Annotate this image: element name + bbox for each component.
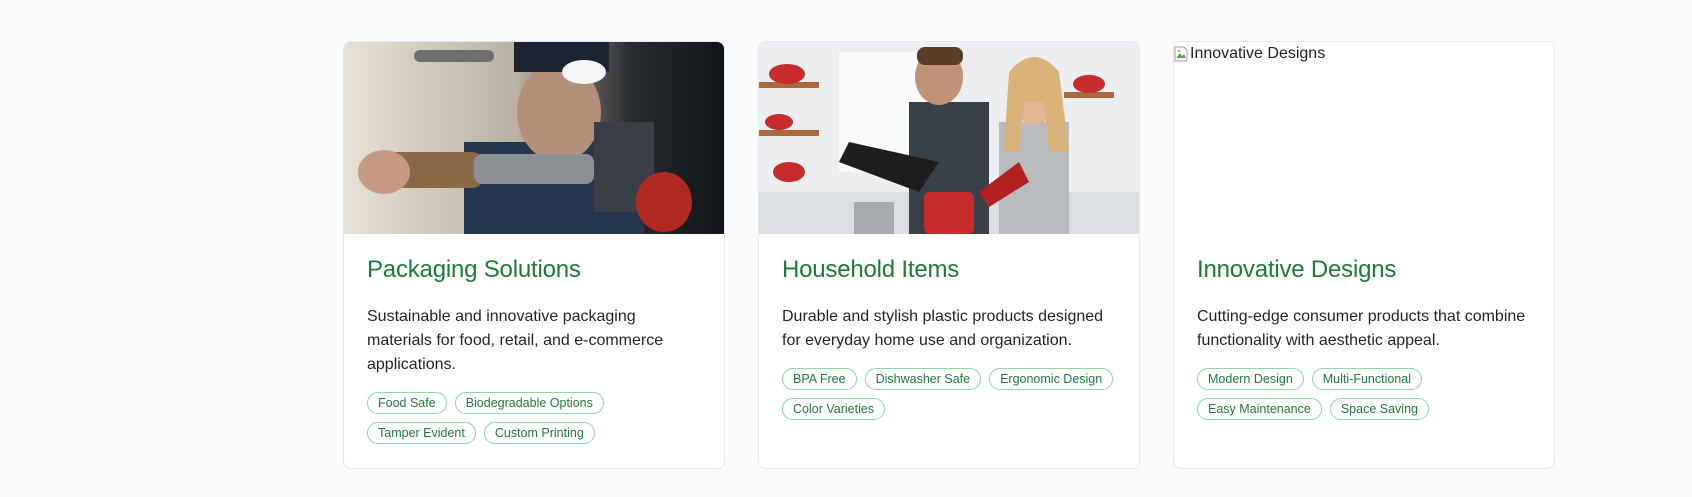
card-body: Packaging Solutions Sustainable and inno… (344, 234, 724, 444)
tag-custom-printing[interactable]: Custom Printing (483, 422, 595, 444)
card-description: Durable and stylish plastic products des… (782, 308, 1104, 349)
tag-list: Food Safe Biodegradable Options Tamper E… (367, 392, 701, 444)
card-body: Innovative Designs Cutting-edge consumer… (1174, 234, 1554, 420)
card-title: Packaging Solutions (367, 256, 581, 283)
tag-ergonomic-design[interactable]: Ergonomic Design (989, 368, 1114, 390)
tag-tamper-evident[interactable]: Tamper Evident (367, 422, 476, 444)
card-body: Household Items Durable and stylish plas… (759, 234, 1139, 420)
card-image-household (759, 42, 1139, 234)
broken-image-alt-text: Innovative Designs (1190, 45, 1326, 62)
card-image-packaging (344, 42, 724, 234)
broken-image-icon (1174, 46, 1188, 62)
tag-multi-functional[interactable]: Multi-Functional (1311, 368, 1422, 390)
product-category-cards: Packaging Solutions Sustainable and inno… (343, 41, 1555, 469)
card-image-innovative-broken: Innovative Designs (1174, 42, 1554, 234)
tag-bpa-free[interactable]: BPA Free (782, 368, 857, 390)
tag-modern-design[interactable]: Modern Design (1197, 368, 1304, 390)
card-packaging-solutions[interactable]: Packaging Solutions Sustainable and inno… (343, 41, 725, 469)
card-innovative-designs[interactable]: Innovative Designs Innovative Designs Cu… (1173, 41, 1555, 469)
tag-list: Modern Design Multi-Functional Easy Main… (1197, 368, 1531, 420)
tag-dishwasher-safe[interactable]: Dishwasher Safe (864, 368, 982, 390)
card-description: Sustainable and innovative packaging mat… (367, 308, 664, 373)
card-household-items[interactable]: Household Items Durable and stylish plas… (758, 41, 1140, 469)
broken-image-alt: Innovative Designs (1174, 45, 1325, 63)
card-title: Household Items (782, 256, 960, 283)
tag-space-saving[interactable]: Space Saving (1329, 398, 1429, 420)
tag-food-safe[interactable]: Food Safe (367, 392, 447, 414)
card-description: Cutting-edge consumer products that comb… (1197, 308, 1526, 349)
tag-biodegradable-options[interactable]: Biodegradable Options (454, 392, 604, 414)
tag-list: BPA Free Dishwasher Safe Ergonomic Desig… (782, 368, 1116, 420)
tag-color-varieties[interactable]: Color Varieties (782, 398, 886, 420)
card-title: Innovative Designs (1197, 256, 1397, 283)
tag-easy-maintenance[interactable]: Easy Maintenance (1197, 398, 1322, 420)
